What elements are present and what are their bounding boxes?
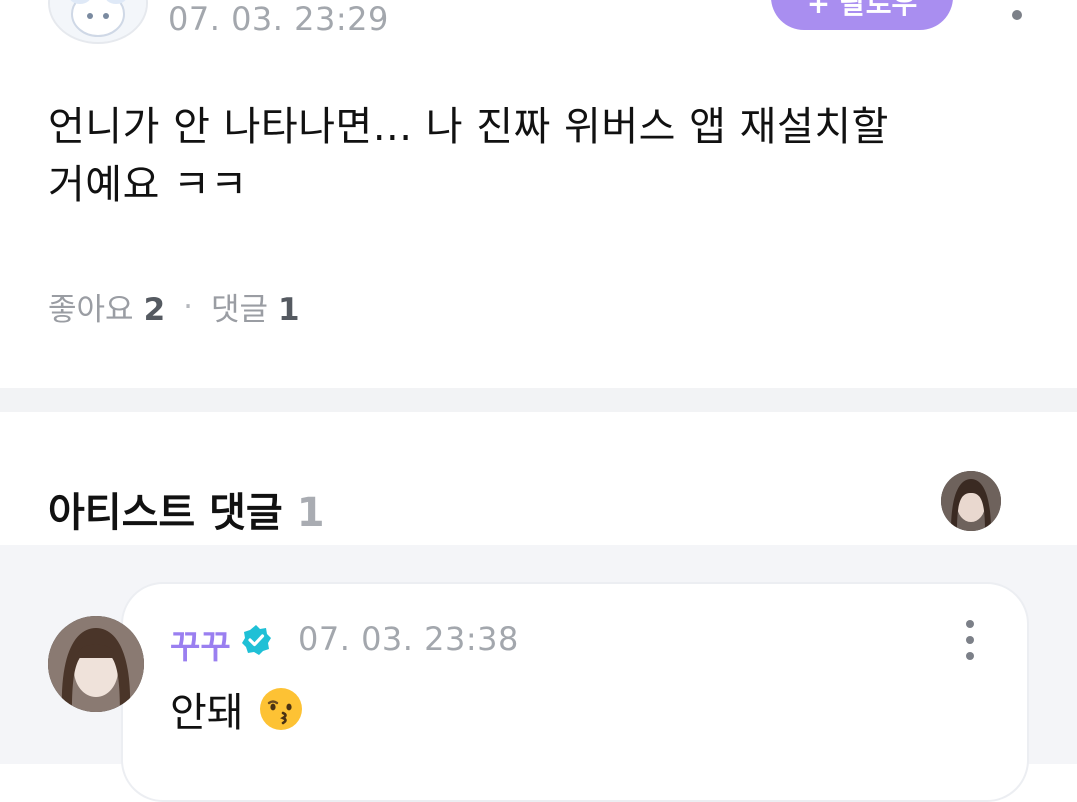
post-body: 언니가 안 나타나면... 나 진짜 위버스 앱 재설치할 거예요 ㅋㅋ <box>48 98 968 214</box>
verified-badge-icon <box>240 624 272 656</box>
comment-text: 안돼 <box>170 690 244 736</box>
comments-link[interactable]: 댓글 1 <box>211 284 300 329</box>
comment-author-name[interactable]: 꾸꾸 <box>170 620 231 668</box>
post-text-line-2: 거예요 ㅋㅋ <box>48 162 248 208</box>
likes-label: 좋아요 <box>48 292 134 328</box>
post-timestamp: 07. 03. 23:29 <box>168 0 389 38</box>
likes-link[interactable]: 좋아요 2 <box>48 284 165 329</box>
comment-more-options-icon[interactable] <box>960 620 980 660</box>
comment-timestamp: 07. 03. 23:38 <box>298 620 519 658</box>
post-text-line-1: 언니가 안 나타나면... 나 진짜 위버스 앱 재설치할 <box>48 104 889 150</box>
post-more-options-icon[interactable] <box>1002 0 1032 30</box>
stats-separator: · <box>183 288 193 325</box>
comment-author-avatar[interactable] <box>48 616 144 712</box>
likes-count: 2 <box>143 292 166 328</box>
artist-avatar-thumbnail[interactable] <box>941 471 1001 531</box>
comment-body: 안돼 <box>170 680 304 738</box>
artist-comments-heading: 아티스트 댓글 1 <box>48 480 325 538</box>
artist-comments-count: 1 <box>296 490 325 536</box>
post-stats: 좋아요 2 · 댓글 1 <box>48 284 300 329</box>
artist-comments-title: 아티스트 댓글 <box>48 490 283 536</box>
comments-count: 1 <box>278 292 300 328</box>
comments-label: 댓글 <box>211 292 269 328</box>
section-divider <box>0 388 1077 412</box>
follow-button[interactable]: + 팔로우 <box>771 0 953 30</box>
post-author-avatar[interactable] <box>48 0 148 44</box>
kissing-face-icon <box>259 688 302 730</box>
